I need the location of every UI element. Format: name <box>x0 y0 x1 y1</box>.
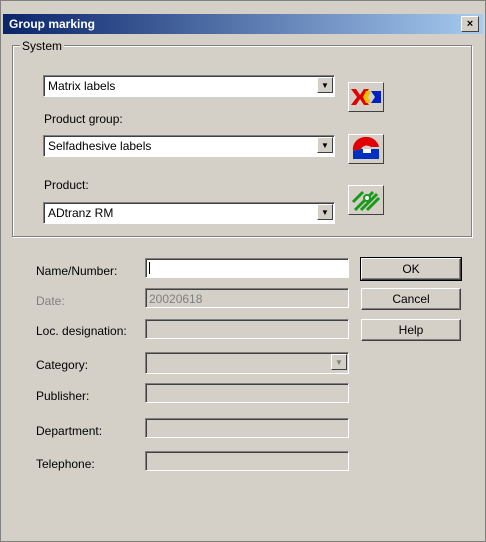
loc-designation-input[interactable] <box>145 319 349 339</box>
ok-button[interactable]: OK <box>360 257 462 281</box>
chevron-down-icon[interactable]: ▼ <box>317 137 333 153</box>
category-select[interactable]: ▼ <box>145 352 349 374</box>
product-group-icon-button[interactable] <box>348 134 384 164</box>
product-label: Product: <box>44 178 89 192</box>
product-icon <box>351 190 381 212</box>
date-input[interactable]: 20020618 <box>145 288 349 308</box>
window-title: Group marking <box>9 17 96 31</box>
publisher-label: Publisher: <box>36 389 90 403</box>
chevron-down-icon[interactable]: ▼ <box>317 77 333 93</box>
system-select-value: Matrix labels <box>48 79 116 93</box>
system-icon-button[interactable] <box>348 82 384 112</box>
date-value: 20020618 <box>149 292 203 306</box>
system-groupbox-legend: System <box>20 39 65 53</box>
name-number-label: Name/Number: <box>36 264 118 278</box>
product-group-label: Product group: <box>44 112 123 126</box>
product-select[interactable]: ADtranz RM ▼ <box>43 202 335 224</box>
date-label: Date: <box>36 294 65 308</box>
department-label: Department: <box>36 424 103 438</box>
help-button[interactable]: Help <box>361 319 461 341</box>
chevron-down-icon[interactable]: ▼ <box>331 354 347 370</box>
publisher-input[interactable] <box>145 383 349 403</box>
product-select-value: ADtranz RM <box>48 206 114 220</box>
matrix-labels-icon <box>351 89 381 105</box>
text-caret <box>149 262 150 274</box>
department-input[interactable] <box>145 418 349 438</box>
product-group-select[interactable]: Selfadhesive labels ▼ <box>43 135 335 157</box>
product-group-select-value: Selfadhesive labels <box>48 139 152 153</box>
close-button[interactable]: × <box>461 16 479 32</box>
category-label: Category: <box>36 358 89 372</box>
product-icon-button[interactable] <box>348 185 384 215</box>
telephone-label: Telephone: <box>36 457 95 471</box>
telephone-input[interactable] <box>145 451 349 471</box>
system-select[interactable]: Matrix labels ▼ <box>43 75 335 97</box>
name-number-input[interactable] <box>145 258 349 278</box>
chevron-down-icon[interactable]: ▼ <box>317 204 333 220</box>
title-bar[interactable]: Group marking × <box>3 14 483 34</box>
cancel-button[interactable]: Cancel <box>361 288 461 310</box>
loc-designation-label: Loc. designation: <box>36 324 127 338</box>
selfadhesive-labels-icon <box>352 136 379 159</box>
